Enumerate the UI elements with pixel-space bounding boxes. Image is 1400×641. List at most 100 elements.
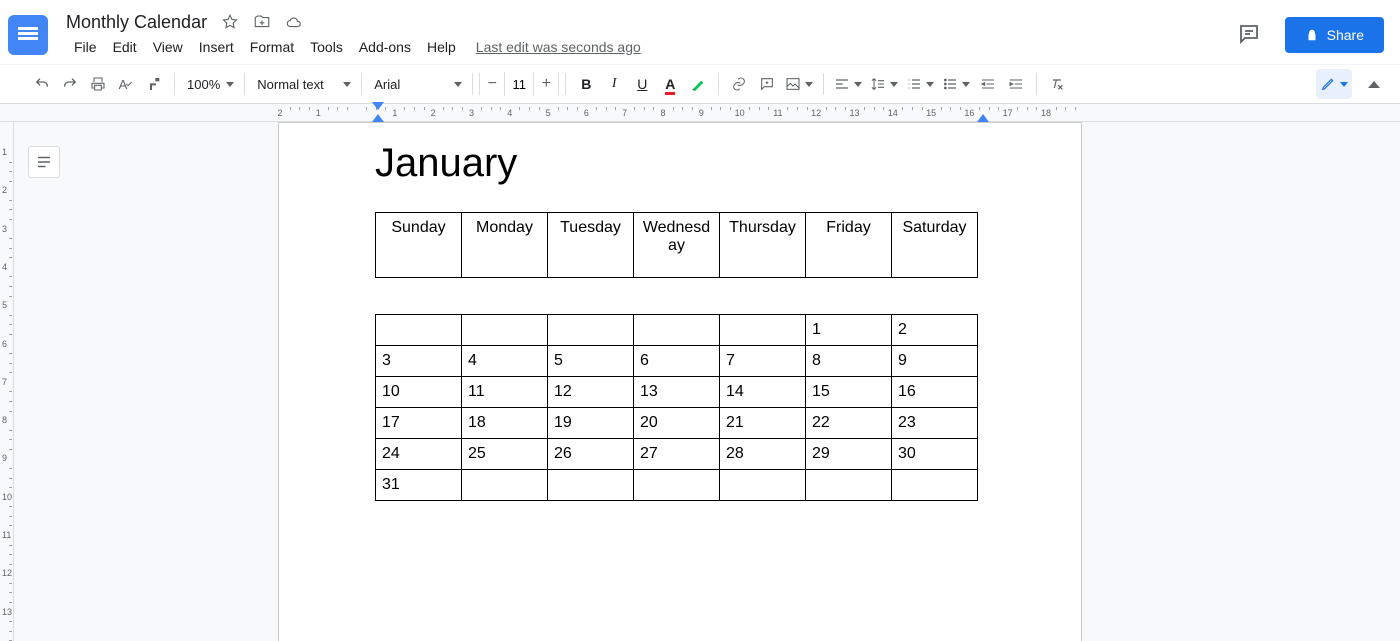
calendar-row[interactable]: 3456789 (376, 346, 978, 377)
italic-button[interactable]: I (600, 70, 628, 98)
calendar-row[interactable]: 17181920212223 (376, 408, 978, 439)
horizontal-ruler[interactable]: 21123456789101112131415161718 (0, 104, 1400, 122)
day-header-cell[interactable]: Friday (806, 213, 892, 278)
print-button[interactable] (84, 70, 112, 98)
bold-button[interactable]: B (572, 70, 600, 98)
calendar-cell[interactable]: 21 (720, 408, 806, 439)
font-size-increase[interactable]: + (534, 72, 558, 96)
calendar-cell[interactable]: 3 (376, 346, 462, 377)
calendar-cell[interactable]: 2 (892, 315, 978, 346)
indent-left-marker[interactable] (372, 114, 384, 122)
calendar-cell[interactable]: 25 (462, 439, 548, 470)
editing-mode-dropdown[interactable] (1316, 69, 1352, 99)
style-dropdown[interactable]: Normal text (251, 70, 355, 98)
spellcheck-button[interactable]: A (112, 70, 140, 98)
calendar-row[interactable]: 10111213141516 (376, 377, 978, 408)
day-header-cell[interactable]: Sunday (376, 213, 462, 278)
increase-indent-button[interactable] (1002, 70, 1030, 98)
calendar-cell[interactable] (462, 315, 548, 346)
move-icon[interactable] (253, 13, 271, 31)
calendar-cell[interactable]: 10 (376, 377, 462, 408)
calendar-cell[interactable]: 4 (462, 346, 548, 377)
calendar-cell[interactable]: 1 (806, 315, 892, 346)
calendar-cell[interactable]: 7 (720, 346, 806, 377)
text-color-button[interactable]: A (656, 70, 684, 98)
calendar-cell[interactable] (806, 470, 892, 501)
insert-image-dropdown[interactable] (781, 70, 817, 98)
calendar-cell[interactable]: 24 (376, 439, 462, 470)
insert-link-button[interactable] (725, 70, 753, 98)
calendar-cell[interactable] (376, 315, 462, 346)
menu-tools[interactable]: Tools (302, 35, 351, 59)
calendar-cell[interactable] (548, 315, 634, 346)
page-content[interactable]: January SundayMondayTuesdayWednesd ayThu… (375, 141, 985, 501)
menu-edit[interactable]: Edit (105, 35, 145, 59)
calendar-cell[interactable] (892, 470, 978, 501)
page[interactable]: January SundayMondayTuesdayWednesd ayThu… (278, 122, 1082, 641)
calendar-cell[interactable]: 17 (376, 408, 462, 439)
day-header-cell[interactable]: Saturday (892, 213, 978, 278)
indent-first-line-marker[interactable] (372, 102, 384, 110)
star-icon[interactable] (221, 13, 239, 31)
day-header-cell[interactable]: Wednesd ay (634, 213, 720, 278)
paint-format-button[interactable] (140, 70, 168, 98)
day-header-cell[interactable]: Thursday (720, 213, 806, 278)
document-heading[interactable]: January (375, 141, 985, 186)
insert-comment-button[interactable] (753, 70, 781, 98)
font-size-input[interactable] (504, 72, 534, 96)
document-title[interactable]: Monthly Calendar (66, 12, 207, 33)
bulleted-list-dropdown[interactable] (938, 70, 974, 98)
calendar-cell[interactable] (720, 315, 806, 346)
menu-help[interactable]: Help (419, 35, 464, 59)
share-button[interactable]: Share (1285, 17, 1384, 53)
menu-file[interactable]: File (66, 35, 105, 59)
cloud-status-icon[interactable] (285, 13, 303, 31)
calendar-cell[interactable]: 29 (806, 439, 892, 470)
calendar-cell[interactable]: 30 (892, 439, 978, 470)
decrease-indent-button[interactable] (974, 70, 1002, 98)
calendar-body-table[interactable]: 1234567891011121314151617181920212223242… (375, 314, 978, 501)
day-header-cell[interactable]: Monday (462, 213, 548, 278)
days-header-row[interactable]: SundayMondayTuesdayWednesd ayThursdayFri… (376, 213, 978, 278)
calendar-cell[interactable]: 18 (462, 408, 548, 439)
calendar-cell[interactable]: 26 (548, 439, 634, 470)
calendar-cell[interactable] (548, 470, 634, 501)
font-size-decrease[interactable]: − (480, 72, 504, 96)
calendar-cell[interactable]: 13 (634, 377, 720, 408)
calendar-row[interactable]: 31 (376, 470, 978, 501)
calendar-cell[interactable]: 22 (806, 408, 892, 439)
calendar-cell[interactable]: 23 (892, 408, 978, 439)
calendar-cell[interactable] (462, 470, 548, 501)
menu-addons[interactable]: Add-ons (351, 35, 419, 59)
line-spacing-dropdown[interactable] (866, 70, 902, 98)
calendar-cell[interactable]: 5 (548, 346, 634, 377)
undo-button[interactable] (28, 70, 56, 98)
calendar-cell[interactable] (634, 315, 720, 346)
calendar-cell[interactable]: 31 (376, 470, 462, 501)
hide-menus-button[interactable] (1368, 81, 1380, 88)
calendar-row[interactable]: 12 (376, 315, 978, 346)
menu-insert[interactable]: Insert (191, 35, 242, 59)
calendar-cell[interactable]: 9 (892, 346, 978, 377)
last-edit-link[interactable]: Last edit was seconds ago (476, 39, 641, 55)
calendar-cell[interactable]: 15 (806, 377, 892, 408)
calendar-cell[interactable] (720, 470, 806, 501)
calendar-cell[interactable]: 19 (548, 408, 634, 439)
indent-right-marker[interactable] (977, 114, 989, 122)
zoom-dropdown[interactable]: 100% (181, 70, 238, 98)
calendar-cell[interactable] (634, 470, 720, 501)
calendar-cell[interactable]: 11 (462, 377, 548, 408)
highlight-button[interactable] (684, 70, 712, 98)
calendar-cell[interactable]: 14 (720, 377, 806, 408)
menu-view[interactable]: View (145, 35, 191, 59)
calendar-header-table[interactable]: SundayMondayTuesdayWednesd ayThursdayFri… (375, 212, 978, 278)
document-outline-button[interactable] (28, 146, 60, 178)
calendar-cell[interactable]: 20 (634, 408, 720, 439)
day-header-cell[interactable]: Tuesday (548, 213, 634, 278)
numbered-list-dropdown[interactable] (902, 70, 938, 98)
calendar-cell[interactable]: 8 (806, 346, 892, 377)
calendar-cell[interactable]: 27 (634, 439, 720, 470)
calendar-cell[interactable]: 16 (892, 377, 978, 408)
redo-button[interactable] (56, 70, 84, 98)
calendar-cell[interactable]: 6 (634, 346, 720, 377)
